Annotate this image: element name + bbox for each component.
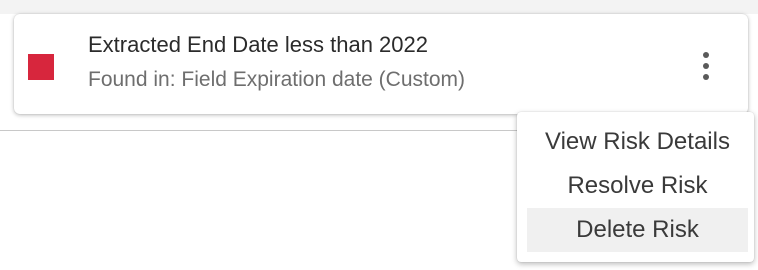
- risk-card[interactable]: Extracted End Date less than 2022 Found …: [14, 14, 748, 114]
- menu-item-view-risk-details[interactable]: View Risk Details: [527, 120, 748, 164]
- risk-panel: Extracted End Date less than 2022 Found …: [0, 0, 758, 270]
- divider: [0, 130, 520, 131]
- risk-location: Found in: Field Expiration date (Custom): [88, 68, 466, 91]
- more-options-icon[interactable]: [696, 46, 716, 86]
- dot: [703, 63, 709, 69]
- menu-item-delete-risk[interactable]: Delete Risk: [527, 208, 748, 252]
- dot: [703, 74, 709, 80]
- dot: [703, 52, 709, 58]
- menu-item-resolve-risk[interactable]: Resolve Risk: [527, 164, 748, 208]
- severity-indicator: [28, 54, 54, 80]
- risk-title: Extracted End Date less than 2022: [88, 32, 428, 57]
- panel-background: [0, 0, 758, 14]
- risk-context-menu: View Risk Details Resolve Risk Delete Ri…: [517, 112, 754, 262]
